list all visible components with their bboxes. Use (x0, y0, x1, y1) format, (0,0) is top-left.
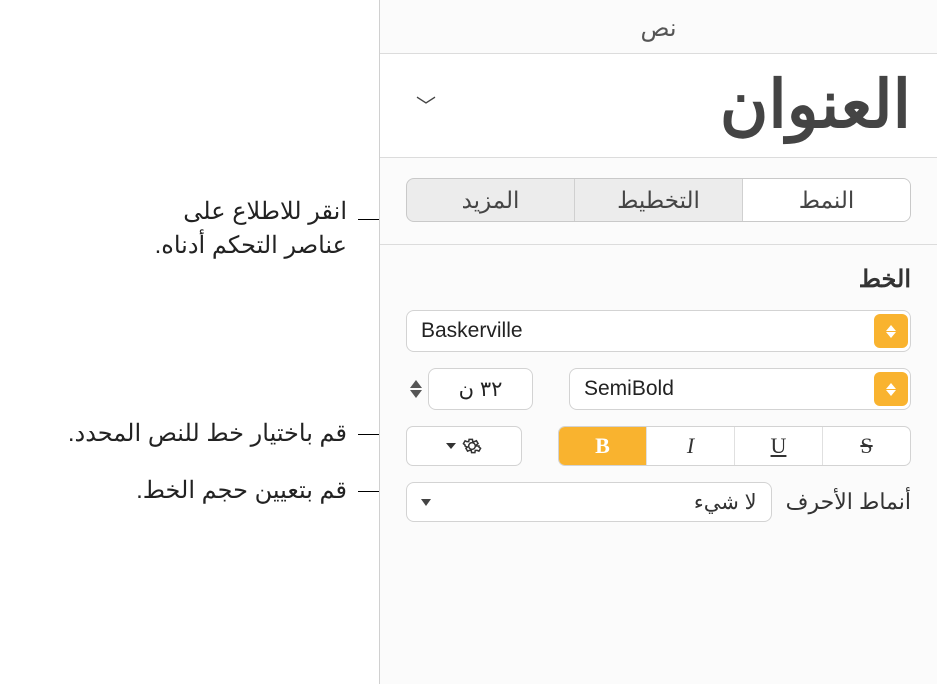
panel-title: نص (380, 0, 937, 53)
tab-more[interactable]: المزيد (407, 179, 574, 221)
tab-layout[interactable]: التخطيط (575, 179, 742, 221)
font-family-select[interactable]: Baskerville (406, 310, 911, 352)
chevron-down-icon (446, 443, 456, 449)
callout-size-text: قم بتعيين حجم الخط. (136, 477, 347, 504)
font-family-row: Baskerville (406, 310, 911, 352)
updown-icon (874, 314, 908, 348)
font-weight-size-row: ٣٢ ن SemiBold (406, 368, 911, 410)
font-size-value: ٣٢ ن (459, 377, 503, 402)
stepper-down-icon (410, 390, 422, 398)
callout-tabs: انقر للاطلاع على عناصر التحكم أدناه. (87, 195, 347, 262)
tab-segmented-control: النمط التخطيط المزيد (406, 178, 911, 222)
bold-button[interactable]: B (559, 427, 646, 465)
callout-font-text: قم باختيار خط للنص المحدد. (68, 420, 347, 447)
character-styles-value: لا شيء (431, 490, 757, 515)
callout-size: قم بتعيين حجم الخط. (67, 474, 347, 508)
size-stepper-group: ٣٢ ن (406, 368, 533, 410)
font-weight-value: SemiBold (574, 377, 874, 401)
chevron-down-icon (421, 499, 431, 506)
callout-tabs-text: انقر للاطلاع على عناصر التحكم أدناه. (155, 198, 347, 259)
character-styles-select[interactable]: لا شيء (406, 482, 772, 522)
font-weight-select[interactable]: SemiBold (569, 368, 911, 410)
tabs-row: النمط التخطيط المزيد (380, 158, 937, 245)
underline-button[interactable]: U (735, 427, 822, 465)
text-style-row: B I U S (406, 426, 911, 466)
advanced-options-button[interactable] (406, 426, 522, 466)
strikethrough-button[interactable]: S (823, 427, 910, 465)
font-section-header: الخط (380, 245, 937, 302)
size-stepper[interactable] (410, 380, 422, 398)
font-family-value: Baskerville (411, 319, 874, 343)
stepper-up-icon (410, 380, 422, 388)
paragraph-style-name: العنوان (436, 66, 911, 143)
font-section-label: الخط (859, 266, 911, 293)
paragraph-style-selector[interactable]: العنوان ﹀ (380, 54, 937, 158)
character-styles-row: أنماط الأحرف لا شيء (406, 482, 911, 522)
chevron-down-icon[interactable]: ﹀ (416, 90, 436, 119)
gear-icon (462, 436, 482, 456)
format-panel: نص العنوان ﹀ النمط التخطيط المزيد الخط B… (379, 0, 937, 684)
italic-button[interactable]: I (647, 427, 734, 465)
callout-font: قم باختيار خط للنص المحدد. (0, 417, 347, 451)
tab-style[interactable]: النمط (743, 179, 910, 221)
text-style-group: B I U S (558, 426, 911, 466)
updown-icon (874, 372, 908, 406)
character-styles-label: أنماط الأحرف (786, 489, 911, 515)
font-controls: Baskerville ٣٢ ن SemiBold (380, 302, 937, 522)
font-size-field[interactable]: ٣٢ ن (428, 368, 533, 410)
